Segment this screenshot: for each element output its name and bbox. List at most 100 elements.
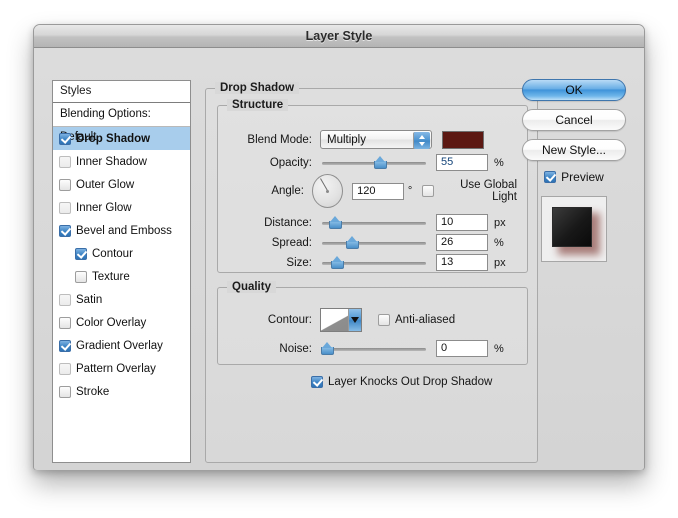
style-item-bevel-and-emboss[interactable]: Bevel and Emboss <box>53 219 190 242</box>
anti-aliased-label: Anti-aliased <box>395 314 456 326</box>
blend-mode-select[interactable]: Multiply <box>320 130 432 149</box>
checkbox-preview[interactable] <box>544 171 557 183</box>
spread-label: Spread: <box>271 236 312 249</box>
noise-slider-thumb[interactable] <box>321 341 334 355</box>
contour-row: Contour: Anti-aliased <box>218 308 517 332</box>
distance-slider-thumb[interactable] <box>329 215 342 229</box>
spread-slider-track <box>322 241 426 245</box>
chevron-updown-icon[interactable] <box>413 132 430 149</box>
knockout-row: Layer Knocks Out Drop Shadow <box>311 376 492 388</box>
noise-unit: % <box>494 342 504 355</box>
checkbox-anti-aliased[interactable] <box>378 314 390 326</box>
checkbox-pattern-overlay[interactable] <box>59 362 71 375</box>
checkbox-layer-knocks-out-drop-shadow[interactable] <box>311 376 323 388</box>
style-item-label: Color Overlay <box>76 316 147 329</box>
spread-unit: % <box>494 236 504 249</box>
style-item-label: Contour <box>92 247 133 260</box>
blend-mode-value: Multiply <box>327 134 366 146</box>
distance-row: Distance: 10 px <box>218 214 517 231</box>
distance-field[interactable]: 10 <box>436 214 488 231</box>
opacity-unit: % <box>494 156 504 169</box>
style-item-satin[interactable]: Satin <box>53 288 190 311</box>
checkbox-drop-shadow[interactable] <box>59 132 71 145</box>
angle-dial-hub <box>326 189 330 193</box>
style-item-label: Bevel and Emboss <box>76 224 172 237</box>
preview-label: Preview <box>561 170 604 184</box>
size-slider-thumb[interactable] <box>331 255 344 269</box>
blending-options-row[interactable]: Blending Options: Default <box>53 103 190 143</box>
size-slider[interactable] <box>322 255 426 270</box>
spread-row: Spread: 26 % <box>218 234 517 251</box>
layer-style-dialog: Layer Style Styles Blending Options: Def… <box>33 24 645 470</box>
opacity-slider[interactable] <box>322 155 426 170</box>
style-item-label: Stroke <box>76 385 110 398</box>
page-root: Layer Style Styles Blending Options: Def… <box>0 0 678 518</box>
new-style-button[interactable]: New Style... <box>522 139 626 161</box>
angle-row: Angle: 120 ° Use Global Light <box>218 174 517 208</box>
checkbox-inner-glow[interactable] <box>59 201 71 214</box>
dialog-body: Styles Blending Options: Default Drop Sh… <box>34 48 644 470</box>
style-item-inner-shadow[interactable]: Inner Shadow <box>53 150 190 173</box>
dialog-titlebar[interactable]: Layer Style <box>34 25 644 48</box>
quality-group: Quality Contour: Anti-aliased Noise: 0 % <box>217 281 528 365</box>
quality-group-label: Quality <box>227 281 276 293</box>
opacity-label: Opacity: <box>269 156 312 169</box>
style-item-label: Gradient Overlay <box>76 339 163 352</box>
style-item-color-overlay[interactable]: Color Overlay <box>53 311 190 334</box>
structure-group-label: Structure <box>227 99 289 111</box>
knockout-label: Layer Knocks Out Drop Shadow <box>328 376 493 388</box>
style-item-gradient-overlay[interactable]: Gradient Overlay <box>53 334 190 357</box>
style-item-inner-glow[interactable]: Inner Glow <box>53 196 190 219</box>
style-item-contour[interactable]: Contour <box>53 242 190 265</box>
noise-field[interactable]: 0 <box>436 340 488 357</box>
distance-label: Distance: <box>264 216 312 229</box>
noise-row: Noise: 0 % <box>218 340 517 357</box>
size-unit: px <box>494 256 506 269</box>
size-label: Size: <box>286 256 312 269</box>
chevron-down-icon[interactable] <box>348 309 361 331</box>
opacity-slider-thumb[interactable] <box>374 155 387 169</box>
checkbox-bevel-and-emboss[interactable] <box>59 224 71 237</box>
style-item-label: Inner Shadow <box>76 155 147 168</box>
checkbox-satin[interactable] <box>59 293 71 306</box>
angle-unit: ° <box>407 185 413 197</box>
angle-dial[interactable] <box>311 174 344 208</box>
checkbox-texture[interactable] <box>75 270 87 283</box>
spread-slider[interactable] <box>322 235 426 250</box>
style-item-label: Drop Shadow <box>76 132 151 145</box>
contour-preset-picker[interactable] <box>320 308 362 332</box>
checkbox-color-overlay[interactable] <box>59 316 71 329</box>
blend-mode-label: Blend Mode: <box>247 133 312 146</box>
angle-label: Angle: <box>271 185 304 197</box>
distance-unit: px <box>494 216 506 229</box>
spread-field[interactable]: 26 <box>436 234 488 251</box>
distance-slider[interactable] <box>322 215 426 230</box>
styles-list-panel[interactable]: Styles Blending Options: Default Drop Sh… <box>52 80 191 463</box>
checkbox-use-global-light[interactable] <box>422 185 435 197</box>
drop-shadow-group-label: Drop Shadow <box>215 82 300 94</box>
noise-slider[interactable] <box>321 341 426 356</box>
blend-mode-row: Blend Mode: Multiply <box>218 130 517 149</box>
checkbox-gradient-overlay[interactable] <box>59 339 71 352</box>
cancel-button[interactable]: Cancel <box>522 109 626 131</box>
structure-group: Structure Blend Mode: Multiply Opacity: <box>217 99 528 273</box>
style-item-outer-glow[interactable]: Outer Glow <box>53 173 190 196</box>
checkbox-contour[interactable] <box>75 247 87 260</box>
style-item-label: Inner Glow <box>76 201 132 214</box>
size-row: Size: 13 px <box>218 254 517 271</box>
spread-slider-thumb[interactable] <box>346 235 359 249</box>
shadow-color-swatch[interactable] <box>442 130 484 149</box>
checkbox-outer-glow[interactable] <box>59 178 71 191</box>
checkbox-inner-shadow[interactable] <box>59 155 71 168</box>
angle-field[interactable]: 120 <box>352 182 404 200</box>
checkbox-stroke[interactable] <box>59 385 71 398</box>
style-item-stroke[interactable]: Stroke <box>53 380 190 403</box>
noise-label: Noise: <box>279 342 312 355</box>
opacity-field[interactable]: 55 <box>436 154 488 171</box>
dialog-actions: OK Cancel New Style... Preview <box>522 79 626 262</box>
ok-button[interactable]: OK <box>522 79 626 101</box>
style-item-texture[interactable]: Texture <box>53 265 190 288</box>
size-field[interactable]: 13 <box>436 254 488 271</box>
preview-square <box>552 207 592 247</box>
style-item-pattern-overlay[interactable]: Pattern Overlay <box>53 357 190 380</box>
